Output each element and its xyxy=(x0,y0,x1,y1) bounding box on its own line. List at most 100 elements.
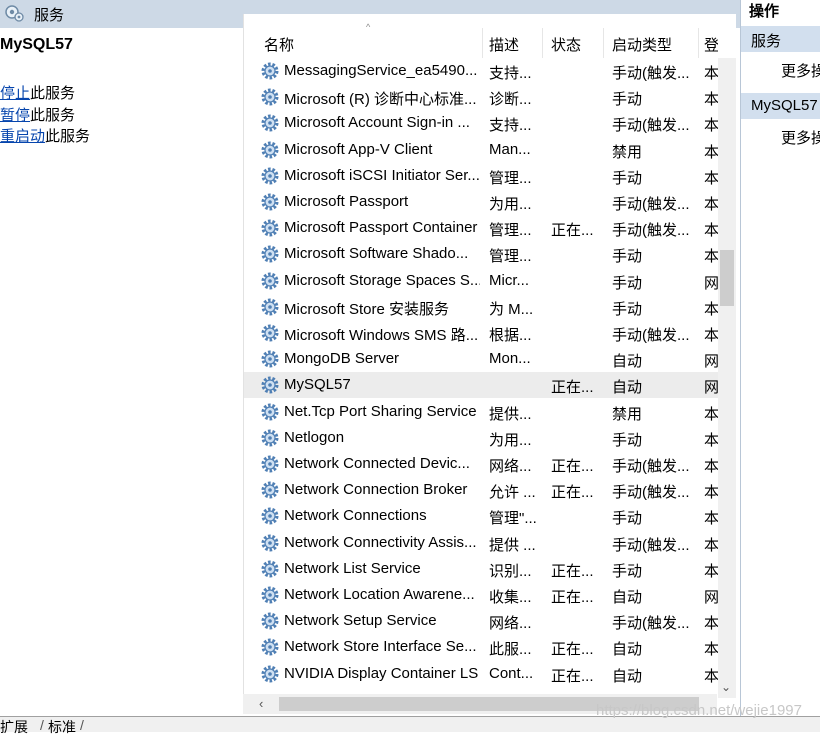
service-description-cell: 收集... xyxy=(489,589,532,606)
service-startup-type-cell: 自动 xyxy=(612,667,643,685)
service-status-cell: 正在... xyxy=(551,562,594,580)
table-row[interactable]: Microsoft Account Sign-in ... 支持... 手动(触发.… xyxy=(244,110,718,136)
column-header-name[interactable]: 名称 xyxy=(264,34,294,55)
service-name-cell: Microsoft App-V Client xyxy=(284,140,433,158)
column-divider[interactable] xyxy=(698,28,699,58)
gear-icon xyxy=(260,244,280,268)
table-row[interactable]: Microsoft iSCSI Initiator Ser... 管理... 手动 本 xyxy=(244,163,718,189)
scroll-down-icon[interactable]: ⌄ xyxy=(721,680,731,694)
table-row[interactable]: Network Location Awarene... 收集... 正在... 自动 网 xyxy=(244,582,718,608)
column-divider[interactable] xyxy=(542,28,543,58)
service-logon-cell: 本 xyxy=(704,169,718,187)
vertical-scroll-thumb[interactable] xyxy=(720,250,734,306)
stop-service-action: 停止此服务 xyxy=(0,82,75,103)
gear-icon xyxy=(260,375,280,399)
window-title: 服务 xyxy=(34,7,65,24)
list-header: ^ 名称 描述 状态 启动类型 登 xyxy=(244,14,718,58)
service-name-cell: Net.Tcp Port Sharing Service xyxy=(284,402,477,420)
service-logon-cell: 本 xyxy=(704,117,718,135)
services-icon xyxy=(4,3,26,27)
tab-standard[interactable]: 标准 xyxy=(48,717,76,737)
table-row[interactable]: Microsoft Passport Container 管理... 正在... 手动… xyxy=(244,215,718,241)
actions-group-services[interactable]: 服务 xyxy=(741,26,820,52)
stop-service-link[interactable]: 停止 xyxy=(0,85,30,102)
table-row[interactable]: MessagingService_ea5490... 支持... 手动(触发... 本 xyxy=(244,58,718,84)
table-row[interactable]: Microsoft Storage Spaces S... Micr... 手动 网 xyxy=(244,268,718,294)
pause-service-suffix: 此服务 xyxy=(30,107,76,124)
pause-service-link[interactable]: 暂停 xyxy=(0,107,30,124)
service-startup-type-cell: 手动 xyxy=(612,169,643,187)
table-row[interactable]: Network List Service 识别... 正在... 手动 本 xyxy=(244,556,718,582)
service-startup-type-cell: 自动 xyxy=(612,589,643,606)
service-name-cell: Microsoft Account Sign-in ... xyxy=(284,114,470,132)
gear-icon xyxy=(260,61,280,85)
service-status-cell: 正在... xyxy=(551,484,594,502)
vertical-scrollbar[interactable]: ⌄ xyxy=(718,58,736,698)
gear-icon xyxy=(260,664,280,688)
gear-icon xyxy=(260,428,280,452)
table-row[interactable]: Microsoft Passport 为用... 手动(触发... 本 xyxy=(244,189,718,215)
gear-icon xyxy=(260,297,280,321)
actions-title: 操作 xyxy=(749,3,780,20)
table-row[interactable]: Microsoft Store 安装服务 为 M... 手动 本 xyxy=(244,294,718,320)
service-startup-type-cell: 禁用 xyxy=(612,143,643,161)
service-startup-type-cell: 手动(触发... xyxy=(612,65,690,82)
gear-icon xyxy=(260,349,280,373)
service-logon-cell: 本 xyxy=(704,562,718,580)
table-row[interactable]: Microsoft App-V Client Man... 禁用 本 xyxy=(244,137,718,163)
service-description-cell: Cont... xyxy=(489,664,534,682)
scroll-left-icon[interactable]: ‹ xyxy=(259,696,263,711)
gear-icon xyxy=(260,218,280,242)
table-row[interactable]: Microsoft (R) 诊断中心标准... 诊断... 手动 本 xyxy=(244,84,718,110)
service-startup-type-cell: 手动 xyxy=(612,91,643,109)
table-row[interactable]: Network Setup Service 网络... 手动(触发... 本 xyxy=(244,608,718,634)
service-name-cell: MySQL57 xyxy=(284,376,351,394)
service-startup-type-cell: 自动 xyxy=(612,379,643,397)
gear-icon xyxy=(260,402,280,426)
actions-group-mysql57[interactable]: MySQL57 xyxy=(741,93,820,119)
more-actions-services[interactable]: 更多操 xyxy=(781,60,820,81)
more-actions-mysql57[interactable]: 更多操 xyxy=(781,127,820,148)
table-row[interactable]: Net.Tcp Port Sharing Service 提供... 禁用 本 xyxy=(244,399,718,425)
service-description-cell: 为用... xyxy=(489,196,532,213)
column-header-startup-type[interactable]: 启动类型 xyxy=(612,34,672,55)
column-header-logon[interactable]: 登 xyxy=(704,34,718,55)
service-name-cell: Network Connection Broker xyxy=(284,481,468,499)
table-row[interactable]: Network Connection Broker 允许 ... 正在... 手动(触… xyxy=(244,477,718,503)
service-logon-cell: 本 xyxy=(704,641,718,659)
table-row[interactable]: Microsoft Windows SMS 路... 根据... 手动(触发... 本 xyxy=(244,320,718,346)
table-row[interactable]: MySQL57 正在... 自动 网 xyxy=(244,372,718,399)
table-row[interactable]: MongoDB Server Mon... 自动 网 xyxy=(244,346,718,372)
column-divider[interactable] xyxy=(482,28,483,58)
service-logon-cell: 本 xyxy=(704,536,718,554)
table-row[interactable]: Netlogon 为用... 手动 本 xyxy=(244,425,718,451)
tab-extended[interactable]: 扩展 xyxy=(0,717,28,737)
table-row[interactable]: Network Store Interface Se... 此服... 正在... 自… xyxy=(244,634,718,660)
service-startup-type-cell: 禁用 xyxy=(612,405,643,423)
restart-service-link[interactable]: 重启动 xyxy=(0,128,45,145)
service-startup-type-cell: 手动 xyxy=(612,431,643,449)
service-logon-cell: 网 xyxy=(704,589,718,606)
actions-pane: 操作 服务 更多操 MySQL57 更多操 xyxy=(740,0,820,716)
column-header-description[interactable]: 描述 xyxy=(489,34,519,55)
column-header-status[interactable]: 状态 xyxy=(551,34,581,55)
service-logon-cell: 本 xyxy=(704,300,718,318)
table-row[interactable]: Microsoft Software Shado... 管理... 手动 本 xyxy=(244,241,718,267)
service-status-cell: 正在... xyxy=(551,589,594,606)
restart-service-suffix: 此服务 xyxy=(45,128,91,145)
service-status-cell: 正在... xyxy=(551,458,594,475)
service-description-cell: 提供 ... xyxy=(489,536,536,554)
table-row[interactable]: Network Connectivity Assis... 提供 ... 手动(触发… xyxy=(244,530,718,556)
service-name-cell: Network Setup Service xyxy=(284,612,437,630)
service-description-cell: Mon... xyxy=(489,350,531,368)
service-description-cell: 支持... xyxy=(489,117,532,135)
table-row[interactable]: Network Connected Devic... 网络... 正在... 手动(触… xyxy=(244,451,718,477)
service-startup-type-cell: 手动(触发... xyxy=(612,327,690,344)
service-name-cell: Network Connectivity Assis... xyxy=(284,533,477,551)
table-row[interactable]: Network Connections 管理"... 手动 本 xyxy=(244,503,718,529)
service-startup-type-cell: 手动 xyxy=(612,510,643,528)
table-row[interactable]: NVIDIA Display Container LS Cont... 正在... 自… xyxy=(244,661,718,687)
service-description-cell: 提供... xyxy=(489,405,532,423)
column-divider[interactable] xyxy=(603,28,604,58)
service-startup-type-cell: 手动(触发... xyxy=(612,536,690,554)
